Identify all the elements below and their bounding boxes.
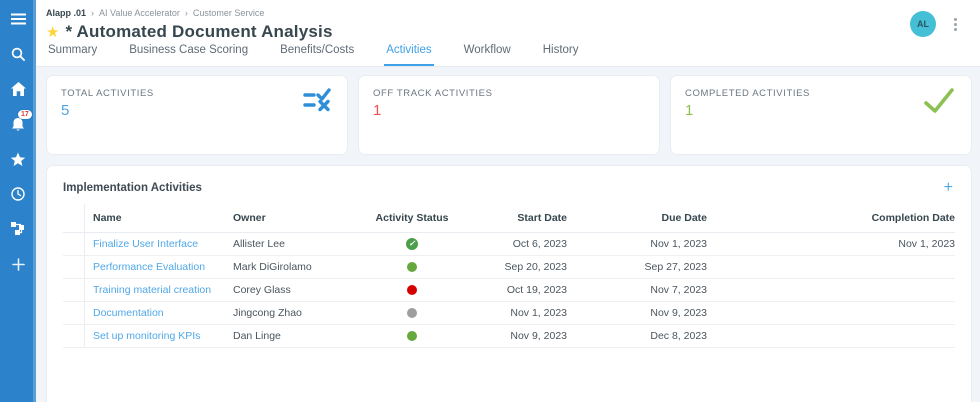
status-dot-icon[interactable]	[407, 285, 417, 295]
start-date-cell: Sep 20, 2023	[457, 261, 567, 273]
tab-bar: Summary Business Case Scoring Benefits/C…	[46, 38, 581, 66]
completed-activities-card: COMPLETED ACTIVITIES 1	[670, 75, 972, 155]
hierarchy-icon[interactable]	[9, 220, 27, 238]
row-handle[interactable]	[63, 233, 85, 255]
card-label: COMPLETED ACTIVITIES	[685, 88, 957, 99]
due-date-cell: Nov 1, 2023	[567, 238, 707, 250]
column-header-name[interactable]: Name	[85, 212, 225, 224]
owner-cell: Jingcong Zhao	[225, 307, 367, 319]
off-track-activities-card: OFF TRACK ACTIVITIES 1	[358, 75, 660, 155]
section-title: Implementation Activities	[63, 182, 202, 194]
search-icon[interactable]	[9, 45, 27, 63]
completed-activities-value: 1	[685, 102, 957, 119]
start-date-cell: Oct 6, 2023	[457, 238, 567, 250]
breadcrumb-app[interactable]: Alapp .01	[46, 8, 86, 18]
column-header-owner[interactable]: Owner	[225, 212, 367, 224]
add-plus-icon[interactable]	[9, 255, 27, 273]
breadcrumb: Alapp .01 › AI Value Accelerator › Custo…	[46, 8, 264, 18]
activity-name-link[interactable]: Set up monitoring KPIs	[85, 330, 225, 342]
tab-business-case-scoring[interactable]: Business Case Scoring	[127, 38, 250, 66]
completion-date-cell: Nov 1, 2023	[707, 238, 955, 250]
column-header-completion[interactable]: Completion Date	[707, 212, 955, 224]
start-date-cell: Nov 1, 2023	[457, 307, 567, 319]
page-header: Alapp .01 › AI Value Accelerator › Custo…	[36, 0, 980, 67]
sidebar: 17	[0, 0, 36, 402]
row-handle[interactable]	[63, 302, 85, 324]
table-row: Set up monitoring KPIs Dan Linge Nov 9, …	[63, 325, 955, 348]
total-activities-card: TOTAL ACTIVITIES 5	[46, 75, 348, 155]
table-row: Documentation Jingcong Zhao Nov 1, 2023 …	[63, 302, 955, 325]
notifications-bell-icon[interactable]: 17	[9, 115, 27, 133]
due-date-cell: Nov 9, 2023	[567, 307, 707, 319]
column-header-due[interactable]: Due Date	[567, 212, 707, 224]
table-row: Performance Evaluation Mark DiGirolamo S…	[63, 256, 955, 279]
row-handle[interactable]	[63, 256, 85, 278]
table-row: Finalize User Interface Allister Lee ✓ O…	[63, 233, 955, 256]
status-check-circle-icon[interactable]: ✓	[406, 238, 418, 250]
activity-name-link[interactable]: Finalize User Interface	[85, 238, 225, 250]
green-check-icon	[923, 88, 955, 119]
checklist-icon	[303, 88, 331, 117]
off-track-activities-value: 1	[373, 102, 645, 119]
tab-workflow[interactable]: Workflow	[462, 38, 513, 66]
tab-summary[interactable]: Summary	[46, 38, 99, 66]
due-date-cell: Nov 7, 2023	[567, 284, 707, 296]
column-header-start[interactable]: Start Date	[457, 212, 567, 224]
owner-cell: Mark DiGirolamo	[225, 261, 367, 273]
total-activities-value: 5	[61, 102, 333, 119]
breadcrumb-item[interactable]: Customer Service	[193, 8, 265, 18]
owner-cell: Allister Lee	[225, 238, 367, 250]
notification-count-badge: 17	[18, 110, 32, 119]
tab-history[interactable]: History	[541, 38, 581, 66]
tab-benefits-costs[interactable]: Benefits/Costs	[278, 38, 356, 66]
menu-icon[interactable]	[9, 10, 27, 28]
breadcrumb-separator: ›	[91, 8, 94, 18]
column-header-status[interactable]: Activity Status	[367, 212, 457, 224]
start-date-cell: Nov 9, 2023	[457, 330, 567, 342]
activity-name-link[interactable]: Training material creation	[85, 284, 225, 296]
owner-cell: Corey Glass	[225, 284, 367, 296]
activity-name-link[interactable]: Performance Evaluation	[85, 261, 225, 273]
activity-name-link[interactable]: Documentation	[85, 307, 225, 319]
start-date-cell: Oct 19, 2023	[457, 284, 567, 296]
card-label: TOTAL ACTIVITIES	[61, 88, 333, 99]
table-row: Training material creation Corey Glass O…	[63, 279, 955, 302]
status-dot-icon[interactable]	[407, 308, 417, 318]
owner-cell: Dan Linge	[225, 330, 367, 342]
card-label: OFF TRACK ACTIVITIES	[373, 88, 645, 99]
tab-activities[interactable]: Activities	[384, 38, 433, 66]
status-dot-icon[interactable]	[407, 262, 417, 272]
implementation-activities-panel: Implementation Activities + Name Owner A…	[46, 165, 972, 402]
breadcrumb-item[interactable]: AI Value Accelerator	[99, 8, 180, 18]
row-handle[interactable]	[63, 325, 85, 347]
breadcrumb-separator: ›	[185, 8, 188, 18]
table-header-row: Name Owner Activity Status Start Date Du…	[63, 204, 955, 233]
due-date-cell: Dec 8, 2023	[567, 330, 707, 342]
home-icon[interactable]	[9, 80, 27, 98]
row-handle[interactable]	[63, 279, 85, 301]
avatar[interactable]: AL	[910, 11, 936, 37]
summary-cards: TOTAL ACTIVITIES 5 OFF TRACK ACTIVITIES …	[46, 75, 972, 155]
add-activity-button[interactable]: +	[942, 180, 955, 196]
favorites-star-icon[interactable]	[9, 150, 27, 168]
history-clock-icon[interactable]	[9, 185, 27, 203]
kebab-menu-icon[interactable]	[948, 13, 962, 35]
status-dot-icon[interactable]	[407, 331, 417, 341]
due-date-cell: Sep 27, 2023	[567, 261, 707, 273]
